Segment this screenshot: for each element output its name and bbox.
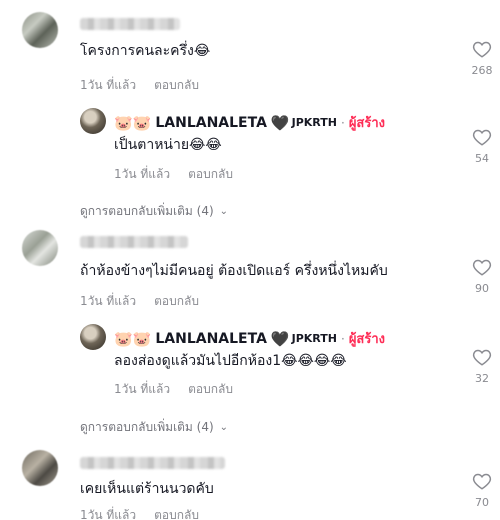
reply-button[interactable]: ตอบกลับ (188, 382, 233, 396)
reply-text: ลองส่องดูแล้วมันไปอีกห้อง1😂😂😂😂 (114, 353, 347, 369)
reply-button[interactable]: ตอบกลับ (154, 508, 199, 520)
commenter-avatar[interactable] (22, 230, 58, 266)
comment-time: 1วัน ที่แล้ว (80, 78, 137, 92)
view-more-replies-button[interactable]: ดูการตอบกลับเพิ่มเติม (4) ⌄ (80, 418, 228, 437)
heart-outline-icon (472, 473, 492, 490)
reply-time: 1วัน ที่แล้ว (114, 167, 171, 181)
separator-dot: · (340, 331, 345, 346)
reply-time: 1วัน ที่แล้ว (114, 382, 171, 396)
commenter-username-blurred[interactable] (80, 457, 225, 469)
chevron-down-icon: ⌄ (219, 422, 229, 433)
chevron-down-icon: ⌄ (219, 206, 229, 217)
reply-author-tag: JPKRTH (291, 332, 337, 345)
comment-text: เคยเห็นแต่ร้านนวดคับ (80, 481, 214, 497)
view-more-replies-button[interactable]: ดูการตอบกลับเพิ่มเติม (4) ⌄ (80, 202, 228, 221)
like-button[interactable]: 32 (467, 348, 497, 385)
commenter-username-blurred[interactable] (80, 18, 180, 30)
pig-icon: 🐷🐷 (114, 113, 152, 132)
reply-text: เป็นตาหน่าย😂😂 (114, 137, 222, 153)
reply-author-line: 🐷🐷 LANLANALETA 🖤 JPKRTH · ผู้สร้าง (114, 112, 385, 133)
comment-time: 1วัน ที่แล้ว (80, 294, 137, 308)
view-more-replies-label: ดูการตอบกลับเพิ่มเติม (4) (80, 420, 214, 434)
separator-dot: · (340, 115, 345, 130)
reply-meta: 1วัน ที่แล้ว ตอบกลับ (114, 165, 233, 184)
reply-meta: 1วัน ที่แล้ว ตอบกลับ (114, 380, 233, 399)
heart-outline-icon (472, 41, 492, 58)
comment-meta: 1วัน ที่แล้ว ตอบกลับ (80, 506, 199, 520)
comment-text: ถ้าห้องข้างๆไม่มีคนอยู่ ต้องเปิดแอร์ ครึ… (80, 263, 388, 279)
pig-icon: 🐷🐷 (114, 329, 152, 348)
commenter-avatar[interactable] (22, 12, 58, 48)
like-count: 268 (471, 64, 493, 77)
like-button[interactable]: 268 (467, 40, 497, 77)
reply-author-line: 🐷🐷 LANLANALETA 🖤 JPKRTH · ผู้สร้าง (114, 328, 385, 349)
like-count: 70 (475, 496, 489, 509)
creator-badge: ผู้สร้าง (348, 332, 385, 347)
reply-button[interactable]: ตอบกลับ (188, 167, 233, 181)
heart-outline-icon (472, 129, 492, 146)
creator-avatar[interactable] (80, 324, 106, 350)
comment-meta: 1วัน ที่แล้ว ตอบกลับ (80, 292, 199, 311)
reply-author-name[interactable]: LANLANALETA (155, 331, 267, 347)
view-more-replies-label: ดูการตอบกลับเพิ่มเติม (4) (80, 204, 214, 218)
reply-author-name[interactable]: LANLANALETA (155, 115, 267, 131)
like-count: 90 (475, 282, 489, 295)
comment-text: โครงการคนละครึ่ง😂 (80, 43, 211, 59)
like-count: 32 (475, 372, 489, 385)
reply-button[interactable]: ตอบกลับ (154, 294, 199, 308)
reply-button[interactable]: ตอบกลับ (154, 78, 199, 92)
like-button[interactable]: 70 (467, 472, 497, 509)
creator-badge: ผู้สร้าง (348, 116, 385, 131)
reply-author-tag: JPKRTH (291, 116, 337, 129)
like-button[interactable]: 54 (467, 128, 497, 165)
like-button[interactable]: 90 (467, 258, 497, 295)
black-heart-icon: 🖤 (270, 329, 290, 348)
creator-avatar[interactable] (80, 108, 106, 134)
heart-outline-icon (472, 259, 492, 276)
heart-outline-icon (472, 349, 492, 366)
comment-meta: 1วัน ที่แล้ว ตอบกลับ (80, 76, 199, 95)
black-heart-icon: 🖤 (270, 113, 290, 132)
like-count: 54 (475, 152, 489, 165)
commenter-username-blurred[interactable] (80, 236, 188, 248)
commenter-avatar[interactable] (22, 450, 58, 486)
comment-time: 1วัน ที่แล้ว (80, 508, 137, 520)
